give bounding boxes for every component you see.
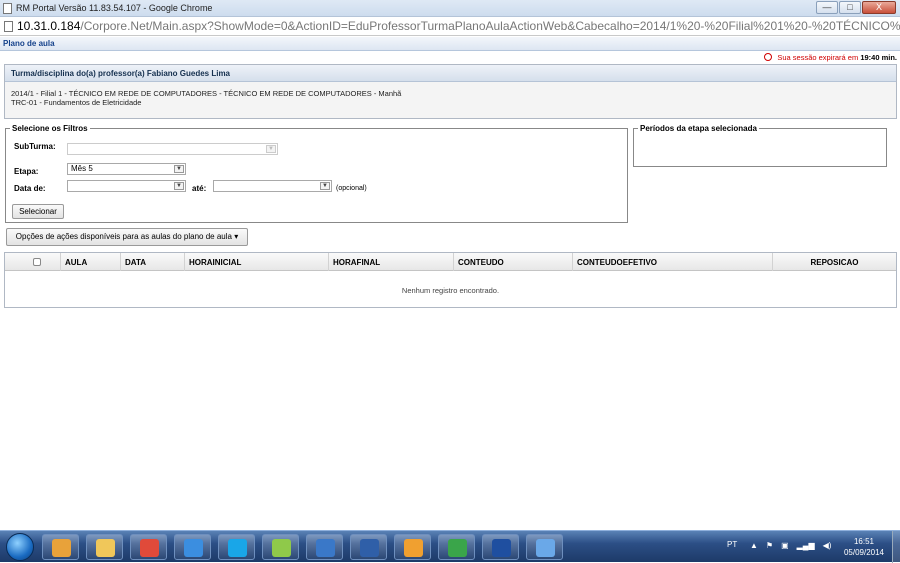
taskbar-app-skype[interactable] bbox=[218, 534, 255, 560]
network-folder-icon bbox=[272, 539, 291, 557]
tray-arrow-icon[interactable]: ▲ bbox=[750, 541, 758, 550]
taskbar-clock[interactable]: 16:51 05/09/2014 bbox=[844, 536, 884, 558]
ate-label: até: bbox=[192, 184, 207, 193]
taskbar-app-blue-circle-app[interactable] bbox=[482, 534, 519, 560]
chevron-down-icon: ▼ bbox=[266, 145, 276, 153]
lessons-grid: AULA DATA HORAINICIAL HORAFINAL CONTEUDO… bbox=[4, 252, 897, 308]
periods-legend: Períodos da etapa selecionada bbox=[640, 124, 757, 133]
close-button[interactable]: X bbox=[862, 1, 896, 14]
taskbar-app-explorer[interactable] bbox=[86, 534, 123, 560]
etapa-select[interactable]: Mês 5 ▼ bbox=[67, 163, 186, 175]
taskbar-app-word[interactable] bbox=[350, 534, 387, 560]
blue-circle-app-icon bbox=[492, 539, 511, 557]
skype-icon bbox=[228, 539, 247, 557]
periods-fieldset: Períodos da etapa selecionada bbox=[633, 124, 887, 167]
flag-icon[interactable]: ⚑ bbox=[766, 541, 773, 550]
subturma-label: SubTurma: bbox=[14, 142, 56, 151]
column-reposicao[interactable]: REPOSICAO bbox=[772, 253, 896, 271]
column-data[interactable]: DATA bbox=[120, 253, 184, 271]
page-icon bbox=[4, 21, 13, 32]
clock-date: 05/09/2014 bbox=[843, 548, 884, 557]
address-bar[interactable]: 10.31.0.184/Corpore.Net/Main.aspx?ShowMo… bbox=[0, 17, 900, 36]
page-header: Plano de aula bbox=[0, 37, 900, 51]
taskbar-app-pdf-tool[interactable] bbox=[394, 534, 431, 560]
internet-explorer-icon bbox=[184, 539, 203, 557]
taskbar-app-image-tool[interactable] bbox=[526, 534, 563, 560]
windows-taskbar: PT ▲ ⚑ ▣ ▂▄▆ ◀) 16:51 05/09/2014 bbox=[0, 530, 900, 563]
turma-course: 2014/1 - Filial 1 - TÉCNICO EM REDE DE C… bbox=[11, 89, 402, 98]
clock-icon bbox=[764, 53, 773, 61]
subturma-select[interactable]: ▼ bbox=[67, 143, 278, 155]
turma-header: Turma/disciplina do(a) professor(a) Fabi… bbox=[5, 65, 896, 82]
etapa-label: Etapa: bbox=[14, 167, 39, 176]
optional-note: (opcional) bbox=[336, 185, 367, 192]
ate-select[interactable]: ▼ bbox=[213, 180, 332, 192]
language-indicator[interactable]: PT bbox=[727, 540, 737, 549]
taskbar-app-internet-explorer[interactable] bbox=[174, 534, 211, 560]
chevron-down-icon: ▼ bbox=[174, 182, 184, 190]
device-icon[interactable]: ▣ bbox=[781, 541, 789, 550]
select-button[interactable]: Selecionar bbox=[12, 204, 64, 219]
maximize-button[interactable]: □ bbox=[839, 1, 861, 14]
page-icon bbox=[3, 3, 12, 14]
taskbar-app-outlook[interactable] bbox=[42, 534, 79, 560]
window-title: RM Portal Versão 11.83.54.107 - Google C… bbox=[16, 3, 213, 13]
data-de-select[interactable]: ▼ bbox=[67, 180, 186, 192]
actions-dropdown-button[interactable]: Opções de ações disponíveis para as aula… bbox=[6, 228, 248, 246]
outlook-icon bbox=[52, 539, 71, 557]
green-app-icon bbox=[448, 539, 467, 557]
data-de-label: Data de: bbox=[14, 184, 46, 193]
taskbar-app-network-folder[interactable] bbox=[262, 534, 299, 560]
volume-icon[interactable]: ◀) bbox=[823, 541, 832, 550]
page-title: Plano de aula bbox=[3, 39, 55, 48]
signal-icon[interactable]: ▂▄▆ bbox=[797, 541, 815, 550]
explorer-icon bbox=[96, 539, 115, 557]
show-desktop-button[interactable] bbox=[892, 531, 900, 563]
column-conteudo[interactable]: CONTEUDO bbox=[453, 253, 572, 271]
taskbar-app-green-app[interactable] bbox=[438, 534, 475, 560]
column-horafinal[interactable]: HORAFINAL bbox=[328, 253, 453, 271]
browser-title-bar: RM Portal Versão 11.83.54.107 - Google C… bbox=[0, 0, 900, 17]
caret-down-icon: ▾ bbox=[234, 232, 239, 241]
chevron-down-icon: ▼ bbox=[320, 182, 330, 190]
chevron-down-icon: ▼ bbox=[174, 165, 184, 173]
word-icon bbox=[360, 539, 379, 557]
minimize-button[interactable]: — bbox=[816, 1, 838, 14]
column-aula[interactable]: AULA bbox=[60, 253, 120, 271]
taskbar-app-chrome[interactable] bbox=[130, 534, 167, 560]
turma-discipline: TRC-01 - Fundamentos de Eletricidade bbox=[11, 98, 142, 107]
lync-icon bbox=[316, 539, 335, 557]
pdf-tool-icon bbox=[404, 539, 423, 557]
chrome-icon bbox=[140, 539, 159, 557]
taskbar-app-lync[interactable] bbox=[306, 534, 343, 560]
image-tool-icon bbox=[536, 539, 555, 557]
empty-message: Nenhum registro encontrado. bbox=[401, 286, 500, 295]
column-conteudoefetivo[interactable]: CONTEUDOEFETIVO bbox=[572, 253, 772, 271]
select-all-checkbox[interactable] bbox=[33, 258, 41, 266]
start-button[interactable] bbox=[6, 533, 34, 561]
url-text[interactable]: 10.31.0.184/Corpore.Net/Main.aspx?ShowMo… bbox=[17, 19, 900, 33]
turma-panel: Turma/disciplina do(a) professor(a) Fabi… bbox=[4, 64, 897, 119]
filters-legend: Selecione os Filtros bbox=[12, 124, 88, 133]
session-timer: Sua sessão expirará em 19:40 min. bbox=[764, 53, 897, 62]
column-horainicial[interactable]: HORAINICIAL bbox=[184, 253, 328, 271]
grid-header: AULA DATA HORAINICIAL HORAFINAL CONTEUDO… bbox=[5, 253, 896, 271]
clock-time: 16:51 bbox=[853, 537, 874, 546]
